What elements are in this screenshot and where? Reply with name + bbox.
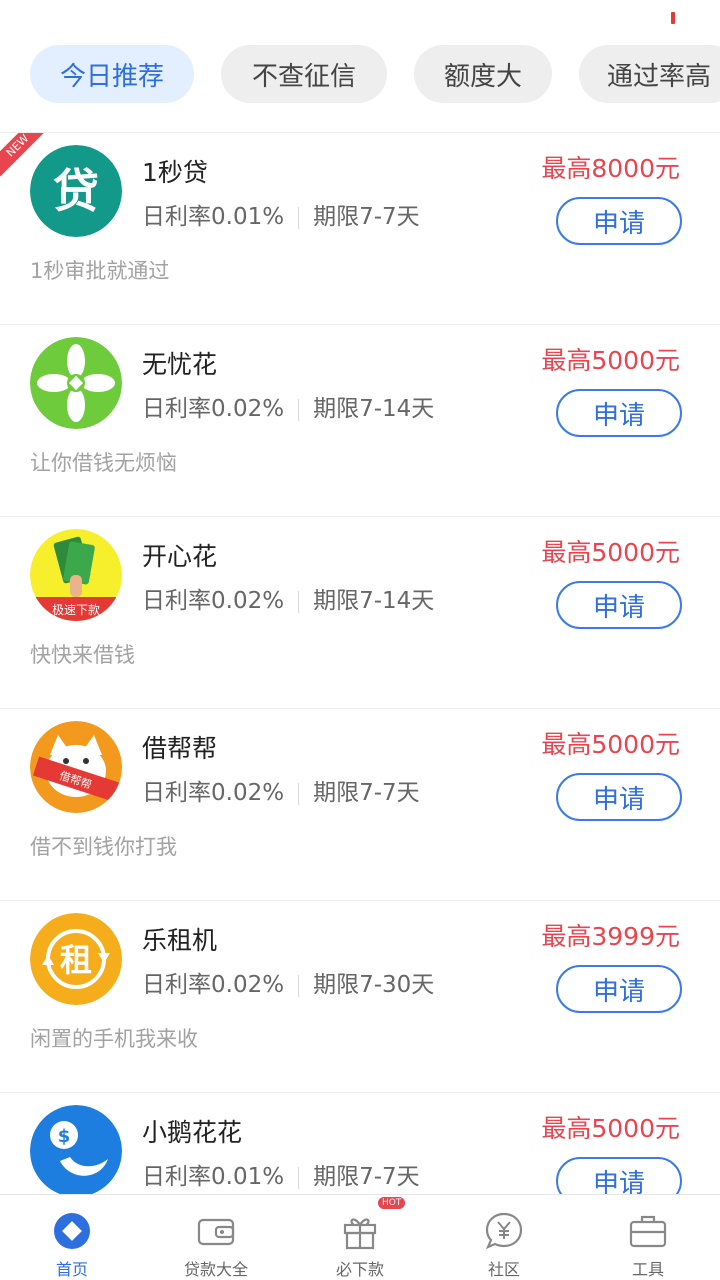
product-name: 小鹅花花: [142, 1118, 243, 1147]
product-name: 乐租机: [142, 926, 218, 955]
tab-community[interactable]: 社区: [432, 1195, 576, 1280]
divider: [298, 782, 300, 805]
loan-term: 期限7-7天: [313, 204, 420, 230]
daily-rate: 日利率0.01%: [142, 1164, 285, 1190]
daily-rate: 日利率0.02%: [142, 780, 285, 806]
daily-rate: 日利率0.02%: [142, 588, 285, 614]
product-description: 快快来借钱: [30, 643, 135, 667]
max-amount: 最高5000元: [541, 346, 680, 375]
yen-chat-icon: [482, 1209, 526, 1252]
product-logo-rent: 租: [30, 913, 122, 1005]
apply-button[interactable]: 申请: [556, 581, 682, 629]
status-indicator: [671, 12, 675, 24]
product-logo-goose: $: [30, 1105, 122, 1194]
loan-term: 期限7-14天: [313, 396, 435, 422]
loan-term: 期限7-7天: [313, 1164, 420, 1190]
product-list: NEW 贷 1秒贷 日利率0.01% 期限7-7天 1秒审批就通过 最高8000元…: [0, 132, 720, 1194]
gift-icon: [338, 1209, 382, 1252]
filter-chip-high-pass-rate[interactable]: 通过率高: [579, 45, 720, 103]
product-meta: 日利率0.01% 期限7-7天: [142, 197, 420, 231]
product-card[interactable]: 极速下款 开心花 日利率0.02% 期限7-14天 快快来借钱 最高5000元 申…: [0, 517, 720, 709]
product-description: 1秒审批就通过: [30, 259, 170, 283]
product-description: 闲置的手机我来收: [30, 1027, 198, 1051]
product-name: 借帮帮: [142, 734, 218, 763]
briefcase-icon: [626, 1209, 670, 1252]
product-meta: 日利率0.01% 期限7-7天: [142, 1157, 420, 1191]
max-amount: 最高8000元: [541, 154, 680, 183]
divider: [298, 974, 300, 997]
tab-loans[interactable]: 贷款大全: [144, 1195, 288, 1280]
product-card[interactable]: 无忧花 日利率0.02% 期限7-14天 让你借钱无烦恼 最高5000元 申请: [0, 325, 720, 517]
product-meta: 日利率0.02% 期限7-7天: [142, 773, 420, 807]
apply-button[interactable]: 申请: [556, 773, 682, 821]
product-meta: 日利率0.02% 期限7-14天: [142, 581, 434, 615]
loan-term: 期限7-7天: [313, 780, 420, 806]
product-meta: 日利率0.02% 期限7-14天: [142, 389, 434, 423]
tab-label: 工具: [631, 1260, 664, 1279]
product-description: 让你借钱无烦恼: [30, 451, 177, 475]
bottom-tab-bar: 首页 贷款大全 HOT 必下款 社区 工具: [0, 1194, 720, 1280]
daily-rate: 日利率0.02%: [142, 972, 285, 998]
apply-button[interactable]: 申请: [556, 965, 682, 1013]
filter-chip-today[interactable]: 今日推荐: [30, 45, 194, 103]
tab-label: 必下款: [335, 1260, 384, 1279]
product-card[interactable]: NEW 贷 1秒贷 日利率0.01% 期限7-7天 1秒审批就通过 最高8000元…: [0, 133, 720, 325]
tab-home[interactable]: 首页: [0, 1195, 144, 1280]
loan-term: 期限7-30天: [313, 972, 435, 998]
divider: [298, 590, 300, 613]
product-name: 1秒贷: [142, 158, 208, 187]
apply-button[interactable]: 申请: [556, 197, 682, 245]
max-amount: 最高5000元: [541, 538, 680, 567]
filter-tabs: 今日推荐 不查征信 额度大 通过率高: [30, 45, 720, 105]
home-diamond-icon: [50, 1209, 94, 1252]
product-card[interactable]: $ 小鹅花花 日利率0.01% 期限7-7天 最高5000元 申请: [0, 1093, 720, 1194]
tab-label: 社区: [487, 1260, 520, 1279]
tab-label: 首页: [55, 1260, 88, 1279]
product-description: 借不到钱你打我: [30, 835, 177, 859]
max-amount: 最高3999元: [541, 922, 680, 951]
logo-text: 租: [60, 941, 92, 979]
apply-button[interactable]: 申请: [556, 389, 682, 437]
product-card[interactable]: 租 乐租机 日利率0.02% 期限7-30天 闲置的手机我来收 最高3999元 申…: [0, 901, 720, 1093]
product-logo-loan: 贷: [30, 145, 122, 237]
tab-must-download[interactable]: HOT 必下款: [288, 1195, 432, 1280]
product-name: 开心花: [142, 542, 218, 571]
wallet-icon: [194, 1209, 238, 1252]
divider: [298, 398, 300, 421]
divider: [298, 206, 300, 229]
tab-tools[interactable]: 工具: [576, 1195, 720, 1280]
apply-button[interactable]: 申请: [556, 1157, 682, 1194]
hot-badge: HOT: [378, 1197, 406, 1209]
filter-chip-large-amount[interactable]: 额度大: [414, 45, 552, 103]
logo-text: 极速下款: [52, 603, 100, 617]
product-meta: 日利率0.02% 期限7-30天: [142, 965, 434, 999]
logo-text: $: [58, 1126, 71, 1147]
tab-label: 贷款大全: [183, 1260, 248, 1279]
logo-text: 贷: [53, 164, 99, 218]
product-logo-flower: [30, 337, 122, 429]
daily-rate: 日利率0.02%: [142, 396, 285, 422]
loan-term: 期限7-14天: [313, 588, 435, 614]
product-card[interactable]: 借帮帮 借帮帮 日利率0.02% 期限7-7天 借不到钱你打我 最高5000元 申…: [0, 709, 720, 901]
max-amount: 最高5000元: [541, 730, 680, 759]
max-amount: 最高5000元: [541, 1114, 680, 1143]
filter-chip-no-credit-check[interactable]: 不查征信: [221, 45, 387, 103]
product-logo-money-hand: 极速下款: [30, 529, 122, 621]
product-logo-lucky-cat: 借帮帮: [30, 721, 122, 813]
product-name: 无忧花: [142, 350, 218, 379]
daily-rate: 日利率0.01%: [142, 204, 285, 230]
divider: [298, 1166, 300, 1189]
